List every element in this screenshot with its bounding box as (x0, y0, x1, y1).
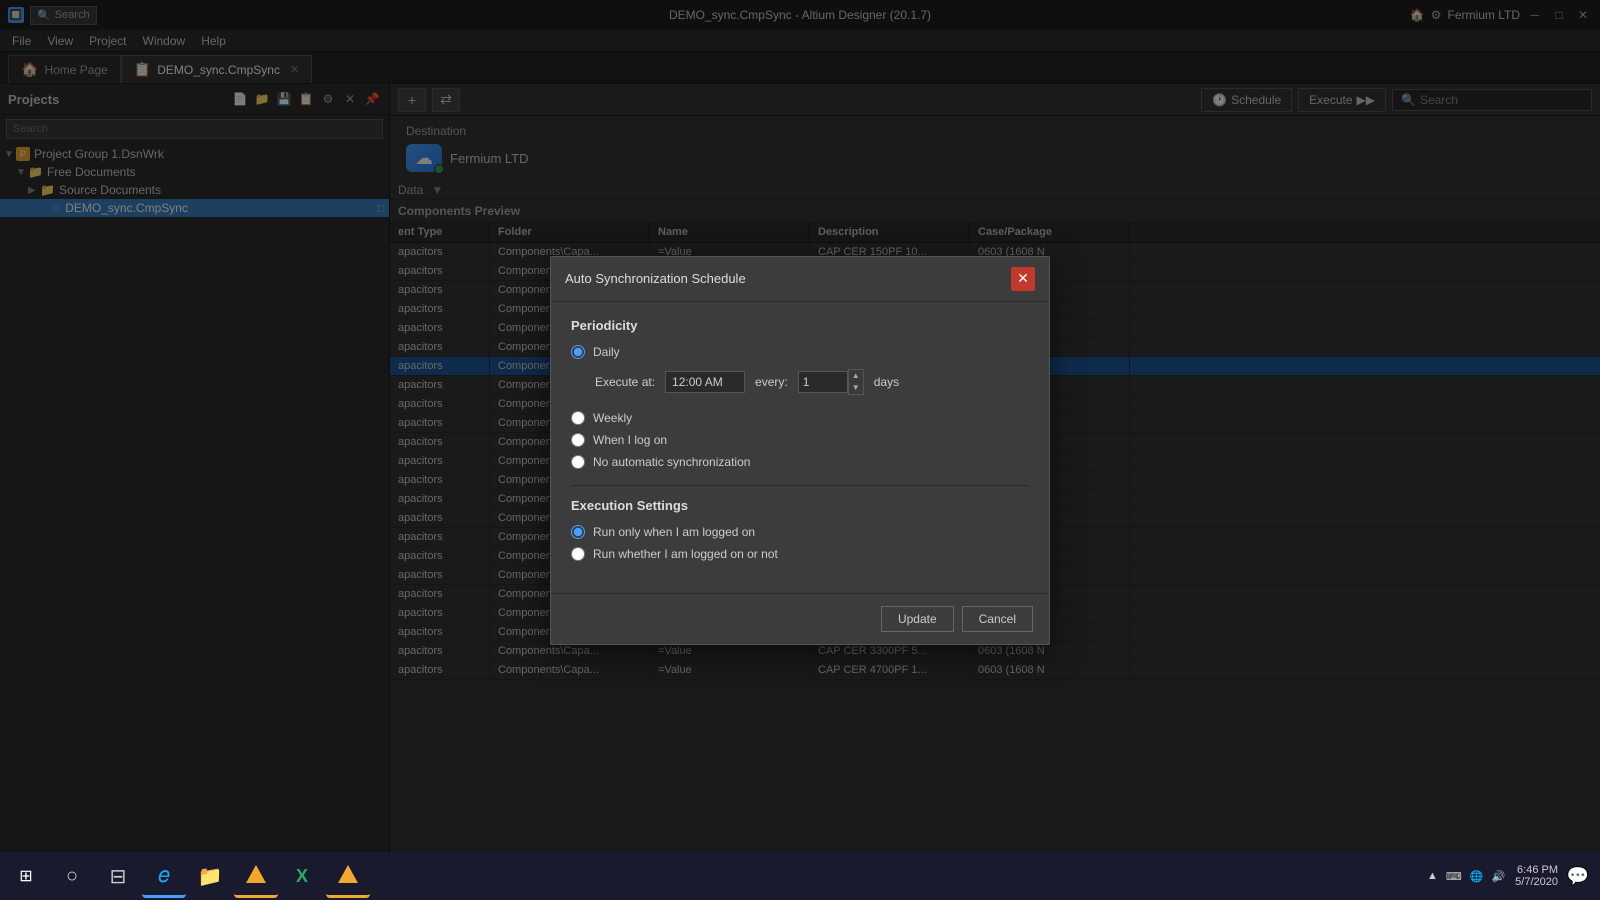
taskbar-altium[interactable] (234, 854, 278, 898)
periodicity-group: Daily Execute at: every: ▲ ▼ days (571, 345, 1029, 469)
divider (571, 485, 1029, 486)
spinner-up[interactable]: ▲ (849, 370, 863, 382)
radio-run-loggedon[interactable]: Run only when I am logged on (571, 525, 1029, 539)
radio-daily-input[interactable] (571, 345, 585, 359)
radio-nosync[interactable]: No automatic synchronization (571, 455, 1029, 469)
cancel-button[interactable]: Cancel (962, 606, 1033, 632)
modal-close-button[interactable]: ✕ (1011, 267, 1035, 291)
execution-title: Execution Settings (571, 498, 1029, 513)
radio-daily[interactable]: Daily (571, 345, 1029, 359)
radio-nosync-label: No automatic synchronization (593, 455, 750, 469)
taskbar-date-display: 5/7/2020 (1515, 876, 1558, 888)
modal-title: Auto Synchronization Schedule (565, 271, 746, 286)
every-label: every: (755, 375, 788, 389)
spinner-down[interactable]: ▼ (849, 382, 863, 394)
taskbar-search[interactable]: ○ (50, 854, 94, 898)
radio-run-always-input[interactable] (571, 547, 585, 561)
radio-daily-label: Daily (593, 345, 620, 359)
modal-body: Periodicity Daily Execute at: every: ▲ ▼ (551, 302, 1049, 593)
radio-run-loggedon-label: Run only when I am logged on (593, 525, 755, 539)
radio-run-always[interactable]: Run whether I am logged on or not (571, 547, 1029, 561)
days-spinner-container: ▲ ▼ (798, 369, 864, 395)
execution-group: Run only when I am logged on Run whether… (571, 525, 1029, 561)
modal-header: Auto Synchronization Schedule ✕ (551, 257, 1049, 302)
modal-overlay: Auto Synchronization Schedule ✕ Periodic… (0, 0, 1600, 900)
taskbar-time-display: 6:46 PM (1515, 864, 1558, 876)
radio-logon-label: When I log on (593, 433, 667, 447)
taskbar-notification[interactable]: 💬 (1560, 858, 1596, 894)
periodicity-title: Periodicity (571, 318, 1029, 333)
taskbar-system: ▲ ⌨ 🌐 🔊 (1419, 870, 1513, 883)
taskbar-task-view[interactable]: ⊟ (96, 854, 140, 898)
taskbar-volume-icon: 🔊 (1491, 870, 1505, 883)
taskbar: ⊞ ○ ⊟ 𝑒 📁 X ▲ ⌨ 🌐 🔊 6:46 PM 5/7/2020 💬 (0, 852, 1600, 900)
start-button[interactable]: ⊞ (4, 854, 48, 898)
update-button[interactable]: Update (881, 606, 954, 632)
radio-run-loggedon-input[interactable] (571, 525, 585, 539)
time-input[interactable] (665, 371, 745, 393)
taskbar-keyboard-icon: ⌨ (1446, 870, 1462, 883)
taskbar-excel[interactable]: X (280, 854, 324, 898)
taskbar-edge[interactable]: 𝑒 (142, 854, 186, 898)
taskbar-altium2[interactable] (326, 854, 370, 898)
execute-settings-row: Execute at: every: ▲ ▼ days (571, 369, 1029, 395)
execute-at-label: Execute at: (595, 375, 655, 389)
days-label: days (874, 375, 899, 389)
radio-weekly-label: Weekly (593, 411, 632, 425)
taskbar-up-arrow[interactable]: ▲ (1427, 870, 1438, 882)
days-spinner[interactable]: ▲ ▼ (848, 369, 864, 395)
radio-logon[interactable]: When I log on (571, 433, 1029, 447)
taskbar-network-icon: 🌐 (1470, 870, 1484, 883)
taskbar-clock: 6:46 PM 5/7/2020 (1515, 864, 1558, 888)
days-input[interactable] (798, 371, 848, 393)
radio-weekly[interactable]: Weekly (571, 411, 1029, 425)
radio-logon-input[interactable] (571, 433, 585, 447)
radio-weekly-input[interactable] (571, 411, 585, 425)
radio-run-always-label: Run whether I am logged on or not (593, 547, 778, 561)
taskbar-folder[interactable]: 📁 (188, 854, 232, 898)
modal-footer: Update Cancel (551, 593, 1049, 644)
auto-sync-modal: Auto Synchronization Schedule ✕ Periodic… (550, 256, 1050, 645)
radio-nosync-input[interactable] (571, 455, 585, 469)
